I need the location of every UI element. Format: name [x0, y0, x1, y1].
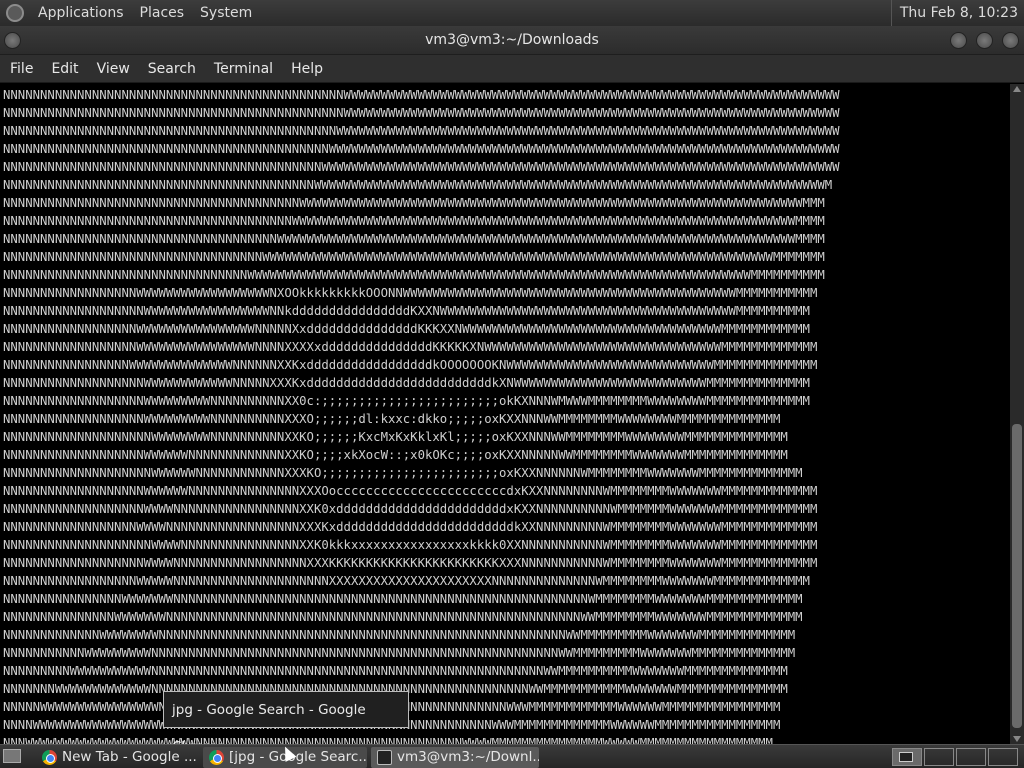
- clock[interactable]: Thu Feb 8, 10:23: [890, 0, 1018, 26]
- workspace-2[interactable]: [924, 748, 954, 766]
- terminal-line: NNNNNNNNNNNNNNNNNNNWWWWWWNNNNNNNNNNNNNXX…: [3, 448, 788, 462]
- top-panel: Applications Places System Thu Feb 8, 10…: [0, 0, 1024, 26]
- task-terminal[interactable]: vm3@vm3:~/Downl...: [371, 747, 539, 768]
- terminal-output[interactable]: NNNNNNNNNNNNNNNNNNNNNNNNNNNNNNNNNNNNNNNN…: [0, 84, 1010, 744]
- terminal-line: NNNNNNNNNNNNNNNNNNWWWWWNNNNNNNNNNNNNNNNN…: [3, 574, 810, 588]
- terminal-line: NNNNNNNNNNNNNNNNNNWWWWNNNNNNNNNNNNNNNNNN…: [3, 520, 818, 534]
- terminal-line: NNNNNNNNNNNNNNNNNNNNNNNNNNNNNNNNNNNNNNNN…: [3, 178, 833, 192]
- menu-view[interactable]: View: [88, 55, 139, 83]
- terminal-line: NNNNNNNNNNNNNNNNNNNNNNNNNNNNNNNNNNNNNNNN…: [3, 196, 825, 210]
- applications-menu[interactable]: Applications: [30, 0, 132, 26]
- menu-terminal[interactable]: Terminal: [205, 55, 282, 83]
- terminal-menubar: File Edit View Search Terminal Help: [0, 55, 1024, 83]
- terminal-line: NNNNNNNNNNNNNNNNNNNWWWWWWWWWNNNNNNNNNNXX…: [3, 394, 810, 408]
- terminal-line: NNNNNNNNNNNNNNNNNNWWWWWWWWWWWWWWWWWWNXOO…: [3, 286, 818, 300]
- task-new-tab[interactable]: New Tab - Google ...: [36, 747, 198, 768]
- scrollbar-thumb[interactable]: [1012, 424, 1022, 728]
- chrome-icon: [209, 750, 224, 765]
- terminal-line: NNNNNNNNNNNNNNNNNNNNNNNNNNNNNNNNNNNNNNNN…: [3, 124, 840, 138]
- terminal-icon: [377, 750, 392, 765]
- terminal-scrollbar[interactable]: [1010, 84, 1024, 744]
- terminal-line: NNNNNNNNNWWWWWWWWWWWNNNNNNNNNNNNNNNNNNNN…: [3, 664, 788, 678]
- terminal-line: NNNNNNNNNNNNNNNNNNWWWWWWWWWWWWWWWWNNNNXX…: [3, 340, 818, 354]
- workspace-4[interactable]: [988, 748, 1018, 766]
- terminal-line: NNNNNWWWWWWWWWWWWWWWWNNNNNNNNNNNNNNNNNNN…: [3, 698, 1010, 716]
- scroll-up-icon[interactable]: [1013, 86, 1021, 92]
- terminal-line: NNNNNNNNNNNWWWWWWWWWNNNNNNNNNNNNNNNNNNNN…: [3, 646, 796, 660]
- terminal-line: NNNNNNNNNNNNNWWWWWWWWNNNNNNNNNNNNNNNNNNN…: [3, 628, 796, 642]
- terminal-line: NNNNNNNNNNNNNNNNNNNNNNNNNNNNNNNNNNNWWWWW…: [3, 250, 825, 264]
- task-label: New Tab - Google ...: [62, 749, 197, 765]
- task-label: vm3@vm3:~/Downl...: [397, 749, 539, 765]
- terminal-icon: [899, 752, 913, 762]
- system-menu[interactable]: System: [192, 0, 260, 26]
- menu-search[interactable]: Search: [139, 55, 205, 83]
- menu-file[interactable]: File: [1, 55, 42, 83]
- terminal-line: NNNNNNNNNNNNNNNNNNNNNNNNNNNNNNNNNNNNNNNN…: [3, 142, 840, 156]
- terminal-line: NNNNNNNNNNNNNNNNNNNWWWWWWNNNNNNNNNNNNNNN…: [3, 484, 818, 498]
- window-menu-icon[interactable]: [4, 32, 21, 49]
- menu-help[interactable]: Help: [282, 55, 332, 83]
- terminal-line: NNNNNNNWWWWWWWWWWWWWNNNNNNNNNNNNNNNNNNNN…: [3, 682, 788, 696]
- terminal-line: NNNNNNNNNNNNNNNNNNNWWWWNNNNNNNNNNNNNNNNN…: [3, 502, 818, 516]
- bottom-taskbar: New Tab - Google ... [jpg - Google Searc…: [0, 744, 1024, 768]
- terminal-line: NNNNNNNNNNNNNNNNNNNNNNNNNNNNNNNNNNNNNNNN…: [3, 88, 840, 102]
- menu-edit[interactable]: Edit: [42, 55, 87, 83]
- terminal-line: NNNNNNNNNNNNNNNNNNNNNNNNNNNNNNNNNNNNNNNN…: [3, 160, 840, 174]
- minimize-icon[interactable]: [950, 32, 967, 49]
- terminal-line: NNNNNNNNNNNNNNNNNNNNWWWWNNNNNNNNNNNNNNNN…: [3, 538, 818, 552]
- maximize-icon[interactable]: [976, 32, 993, 49]
- terminal-line: NNNNNNNNNNNNNNNNWWWWWWWNNNNNNNNNNNNNNNNN…: [3, 592, 803, 606]
- terminal-line: NNNNNNNNNNNNNNNNNNNNNNNNNNNNNNNNNWWWWWWW…: [3, 268, 825, 282]
- show-desktop-icon[interactable]: [3, 749, 21, 763]
- terminal-line: NNNNNNNNNNNNNNNWWWWWWWNNNNNNNNNNNNNNNNNN…: [3, 610, 803, 624]
- terminal-line: NNNNNNNNNNNNNNNNNNNNNNNNNNNNNNNNNNNNNNNN…: [3, 106, 840, 120]
- workspace-3[interactable]: [956, 748, 986, 766]
- terminal-line: NNNNNNNNNNNNNNNNNNNWWWWWWWWWNNNNNNNNNNXX…: [3, 412, 781, 426]
- window-title: vm3@vm3:~/Downloads: [425, 32, 599, 48]
- terminal-line: NNNNNNNNNNNNNNNNNNNNNNNNNNNNNNNNNNNNNWWW…: [3, 232, 825, 246]
- scroll-down-icon[interactable]: [1013, 736, 1021, 742]
- workspace-1[interactable]: [892, 748, 922, 766]
- places-menu[interactable]: Places: [132, 0, 193, 26]
- close-icon[interactable]: [1002, 32, 1019, 49]
- terminal-line: NNNNNNNNNNNNNNNNNNNNWWWWWWNNNNNNNNNNNNXX…: [3, 466, 803, 480]
- terminal-line: NNNNNNNNNNNNNNNNNNNNNNNNNNNNNNNNNNNNNNNW…: [3, 214, 825, 228]
- distro-logo-icon[interactable]: [6, 4, 24, 22]
- terminal-line: NNNNNNNNNNNNNNNNNNNWWWWNNNNNNNNNNNNNNNNN…: [3, 556, 818, 570]
- terminal-line: NNNNNNNNNNNNNNNNNNNWWWWWWWWWWWWNNNNNXXXK…: [3, 376, 810, 390]
- task-label: [jpg - Google Searc...: [229, 749, 367, 765]
- terminal-line: NNNNNNNNNNNNNNNNNWWWWWWWWWWWWWWNNNNNNXXK…: [3, 358, 818, 372]
- chrome-icon: [42, 750, 57, 765]
- window-titlebar[interactable]: vm3@vm3:~/Downloads: [0, 26, 1024, 55]
- taskbar-tooltip: jpg - Google Search - Google Chrome: [163, 691, 409, 755]
- terminal-line: NNNNNNNNNNNNNNNNNNNNWWWWWWWWNNNNNNNNNNXX…: [3, 430, 788, 444]
- terminal-line: NNNNNNNNNNNNNNNNNNNWWWWWWWWWWWWWWWWWNNkd…: [3, 304, 810, 318]
- terminal-line: NNNWWWWWWWWWWWWWWWWWWWWWWWNNNNNNNNNNNNNN…: [3, 736, 773, 744]
- terminal-line: NNNNWWWWWWWWWWWWWWWWWWWNNNNNNNNNNNNNNNNN…: [3, 716, 1010, 734]
- terminal-line: NNNNNNNNNNNNNNNNNNWWWWWWWWWWWWWWWWNNNNNX…: [3, 322, 810, 336]
